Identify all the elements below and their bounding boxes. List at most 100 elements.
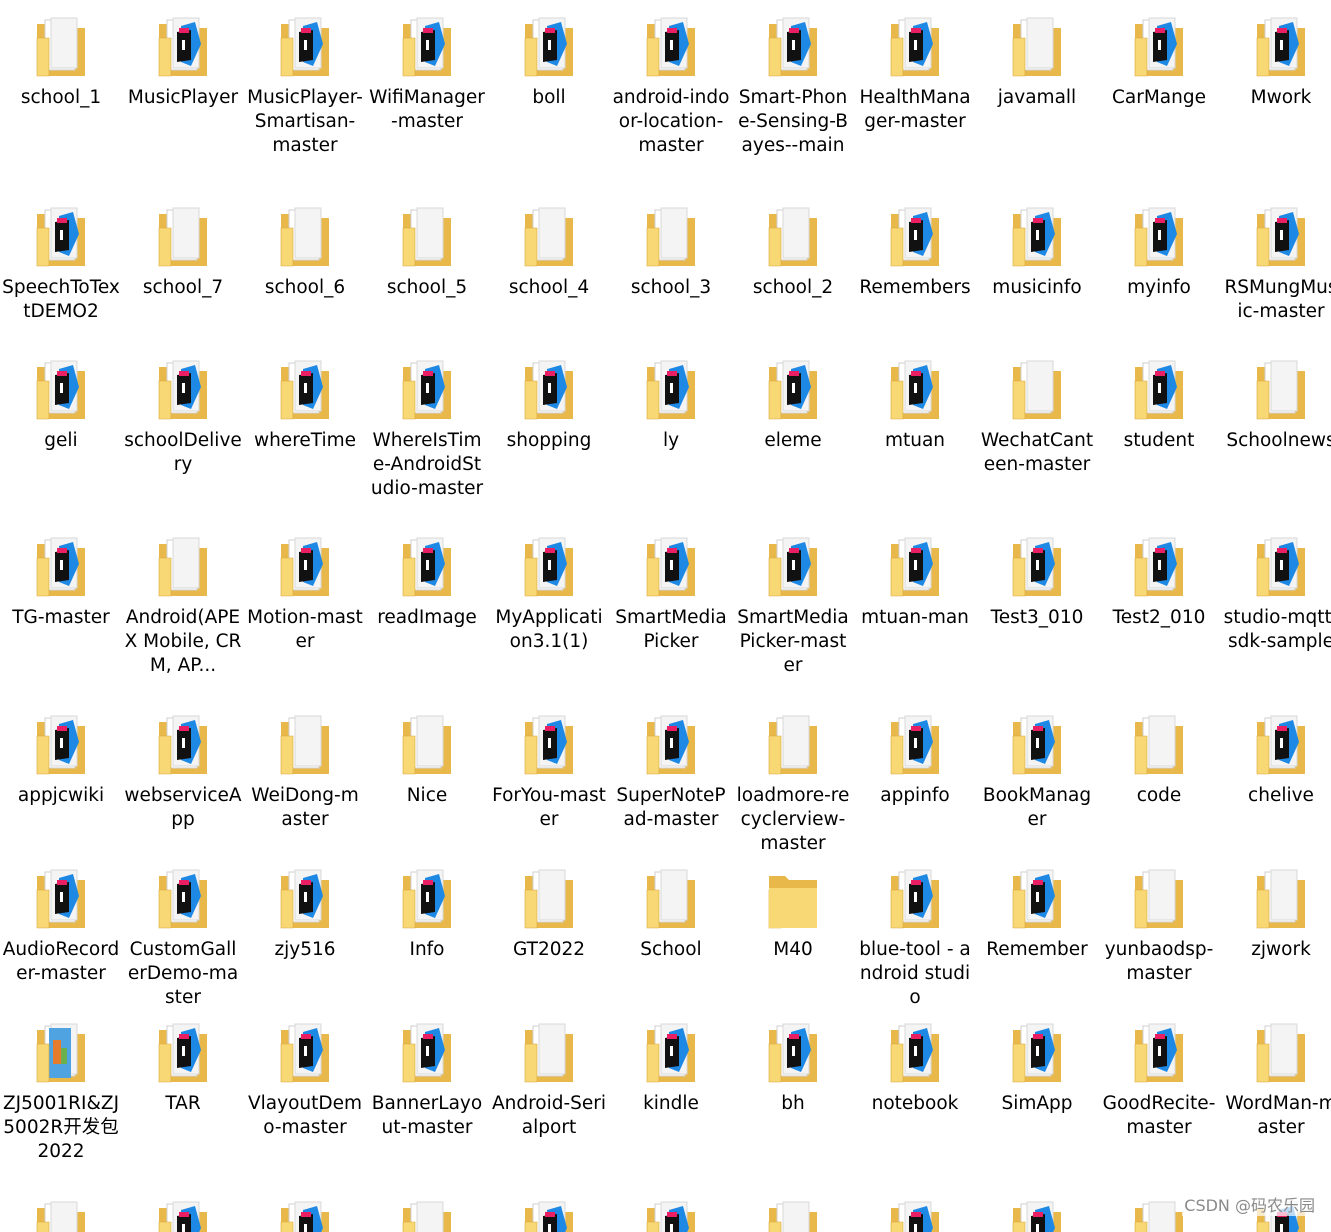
- folder-item[interactable]: webserviceApp: [122, 706, 244, 860]
- folder-item[interactable]: mtuan: [854, 351, 976, 528]
- folder-android-studio-icon: [1001, 528, 1073, 606]
- folder-item[interactable]: SimApp: [976, 1014, 1098, 1192]
- folder-item[interactable]: Mwork: [1220, 8, 1331, 198]
- folder-item[interactable]: eleme: [732, 351, 854, 528]
- folder-item[interactable]: ly: [610, 351, 732, 528]
- folder-item[interactable]: Info: [366, 860, 488, 1014]
- folder-item[interactable]: SuperNotePad-master: [610, 706, 732, 860]
- folder-item[interactable]: schoolDelivery: [122, 351, 244, 528]
- folder-with-documents-icon: [1123, 860, 1195, 938]
- folder-item-partial[interactable]: [976, 1192, 1098, 1232]
- folder-item[interactable]: student: [1098, 351, 1220, 528]
- folder-item[interactable]: studio-mqtt-sdk-sample: [1220, 528, 1331, 706]
- folder-item[interactable]: Android(APEX Mobile, CRM, AP...: [122, 528, 244, 706]
- folder-item[interactable]: SmartMediaPicker-master: [732, 528, 854, 706]
- folder-label: CarMange: [1111, 87, 1206, 108]
- folder-item[interactable]: MusicPlayer-Smartisan-master: [244, 8, 366, 198]
- folder-item[interactable]: school_4: [488, 198, 610, 351]
- folder-item[interactable]: shopping: [488, 351, 610, 528]
- folder-with-documents-icon: [269, 198, 341, 276]
- folder-item[interactable]: School: [610, 860, 732, 1014]
- folder-item[interactable]: Android-Serialport: [488, 1014, 610, 1192]
- folder-item[interactable]: Smart-Phone-Sensing-Bayes--main: [732, 8, 854, 198]
- folder-item[interactable]: school_3: [610, 198, 732, 351]
- folder-item[interactable]: loadmore-recyclerview-master: [732, 706, 854, 860]
- folder-item[interactable]: javamall: [976, 8, 1098, 198]
- folder-item[interactable]: notebook: [854, 1014, 976, 1192]
- folder-item[interactable]: Test2_010: [1098, 528, 1220, 706]
- folder-android-studio-icon: [25, 198, 97, 276]
- folder-item[interactable]: BannerLayout-master: [366, 1014, 488, 1192]
- folder-item[interactable]: TAR: [122, 1014, 244, 1192]
- folder-item[interactable]: GoodRecite-master: [1098, 1014, 1220, 1192]
- folder-item[interactable]: CarMange: [1098, 8, 1220, 198]
- folder-item[interactable]: myinfo: [1098, 198, 1220, 351]
- folder-item[interactable]: HealthManager-master: [854, 8, 976, 198]
- folder-item[interactable]: MusicPlayer: [122, 8, 244, 198]
- folder-item[interactable]: school_2: [732, 198, 854, 351]
- folder-item-partial[interactable]: [610, 1192, 732, 1232]
- folder-item[interactable]: school_5: [366, 198, 488, 351]
- folder-item[interactable]: android-indoor-location-master: [610, 8, 732, 198]
- folder-item-partial[interactable]: [244, 1192, 366, 1232]
- folder-label: TAR: [165, 1093, 201, 1114]
- folder-item[interactable]: code: [1098, 706, 1220, 860]
- folder-item[interactable]: Remember: [976, 860, 1098, 1014]
- folder-label: zjy516: [274, 939, 336, 960]
- folder-item[interactable]: school_7: [122, 198, 244, 351]
- folder-item-partial[interactable]: [488, 1192, 610, 1232]
- folder-item[interactable]: AudioRecorder-master: [0, 860, 122, 1014]
- folder-item[interactable]: zjwork: [1220, 860, 1331, 1014]
- folder-android-studio-icon: [391, 860, 463, 938]
- folder-item[interactable]: WechatCanteen-master: [976, 351, 1098, 528]
- folder-item[interactable]: WeiDong-master: [244, 706, 366, 860]
- folder-item[interactable]: WhereIsTime-AndroidStudio-master: [366, 351, 488, 528]
- folder-item[interactable]: ForYou-master: [488, 706, 610, 860]
- folder-item[interactable]: mtuan-man: [854, 528, 976, 706]
- folder-item[interactable]: musicinfo: [976, 198, 1098, 351]
- folder-label: SmartMediaPicker-master: [737, 607, 849, 676]
- folder-item[interactable]: GT2022: [488, 860, 610, 1014]
- folder-item[interactable]: M40: [732, 860, 854, 1014]
- folder-item[interactable]: whereTime: [244, 351, 366, 528]
- folder-item[interactable]: SmartMediaPicker: [610, 528, 732, 706]
- folder-item[interactable]: VlayoutDemo-master: [244, 1014, 366, 1192]
- folder-item[interactable]: appjcwiki: [0, 706, 122, 860]
- folder-item[interactable]: SpeechToTextDEMO2: [0, 198, 122, 351]
- folder-item[interactable]: Test3_010: [976, 528, 1098, 706]
- folder-with-documents-icon: [1245, 351, 1317, 429]
- folder-item[interactable]: chelive: [1220, 706, 1331, 860]
- folder-item[interactable]: boll: [488, 8, 610, 198]
- folder-item[interactable]: geli: [0, 351, 122, 528]
- folder-item-partial[interactable]: [854, 1192, 976, 1232]
- folder-item[interactable]: Remembers: [854, 198, 976, 351]
- folder-item[interactable]: blue-tool - android studio: [854, 860, 976, 1014]
- folder-item[interactable]: Nice: [366, 706, 488, 860]
- folder-item-partial[interactable]: [732, 1192, 854, 1232]
- folder-android-studio-icon: [1123, 1014, 1195, 1092]
- folder-item-partial[interactable]: [0, 1192, 122, 1232]
- folder-item[interactable]: Motion-master: [244, 528, 366, 706]
- folder-item[interactable]: school_1: [0, 8, 122, 198]
- folder-label: Smart-Phone-Sensing-Bayes--main: [738, 87, 848, 156]
- folder-item[interactable]: WordMan-master: [1220, 1014, 1331, 1192]
- folder-label: javamall: [997, 87, 1077, 108]
- folder-item[interactable]: school_6: [244, 198, 366, 351]
- folder-item[interactable]: ZJ5001RI&ZJ5002R开发包2022: [0, 1014, 122, 1192]
- folder-item[interactable]: appinfo: [854, 706, 976, 860]
- folder-item[interactable]: RSMungMusic-master: [1220, 198, 1331, 351]
- folder-item[interactable]: BookManager: [976, 706, 1098, 860]
- folder-item[interactable]: readImage: [366, 528, 488, 706]
- folder-item[interactable]: bh: [732, 1014, 854, 1192]
- folder-item[interactable]: yunbaodsp-master: [1098, 860, 1220, 1014]
- folder-item-partial[interactable]: [366, 1192, 488, 1232]
- folder-item[interactable]: kindle: [610, 1014, 732, 1192]
- folder-item-partial[interactable]: [122, 1192, 244, 1232]
- folder-android-studio-icon: [1245, 528, 1317, 606]
- folder-item[interactable]: CustomGallerDemo-master: [122, 860, 244, 1014]
- folder-item[interactable]: MyApplication3.1(1): [488, 528, 610, 706]
- folder-item[interactable]: Schoolnews: [1220, 351, 1331, 528]
- folder-item[interactable]: WifiManager-master: [366, 8, 488, 198]
- folder-item[interactable]: TG-master: [0, 528, 122, 706]
- folder-item[interactable]: zjy516: [244, 860, 366, 1014]
